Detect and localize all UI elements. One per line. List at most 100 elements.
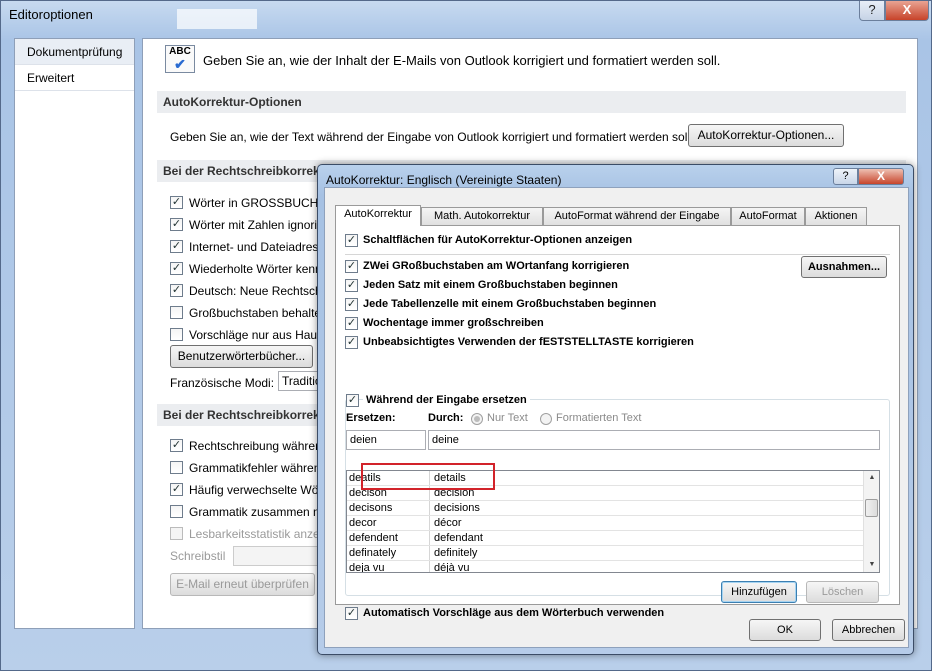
ribbon-tab-faded-active	[177, 9, 257, 29]
tab-autokorrektur[interactable]: AutoKorrektur	[335, 205, 421, 226]
window-help-button[interactable]: ?	[859, 1, 885, 21]
dialog-close-button[interactable]: X	[858, 168, 904, 185]
autocorrect-section-header: AutoKorrektur-Optionen	[157, 91, 906, 113]
list-item[interactable]: defendent defendant	[347, 531, 865, 546]
sidebar-item-dokumentpruefung[interactable]: Dokumentprüfung	[15, 39, 134, 65]
entry-to: defendant	[429, 531, 865, 545]
autocorrect-description: Geben Sie an, wie der Text während der E…	[170, 130, 694, 144]
add-button[interactable]: Hinzufügen	[721, 581, 797, 603]
writing-style-select[interactable]	[233, 546, 323, 566]
replace-while-typing-checkbox[interactable]: ✓	[346, 394, 359, 407]
auto-suggest-checkbox[interactable]: ✓	[345, 607, 358, 620]
grammar-label-4: Grammatik zusammen m	[189, 505, 324, 519]
entry-from: deja vu	[349, 562, 385, 573]
tab-autoformat-eingabe[interactable]: AutoFormat während der Eingabe	[543, 207, 731, 225]
entry-from: decor	[349, 517, 377, 529]
entry-to: déjà vu	[429, 561, 865, 572]
grammar-checkbox-5[interactable]	[170, 527, 183, 540]
spell-checkbox-1[interactable]: ✓	[170, 196, 183, 209]
exceptions-button[interactable]: Ausnahmen...	[801, 256, 887, 278]
spell-checkbox-7[interactable]	[170, 328, 183, 341]
with-input[interactable]: deine	[428, 430, 880, 450]
show-buttons-label: Schaltflächen für AutoKorrektur-Optionen…	[363, 234, 633, 246]
spell-label-3: Internet- und Dateiadress	[189, 240, 325, 254]
entry-from: defendent	[349, 532, 398, 544]
grammar-checkbox-1[interactable]: ✓	[170, 439, 183, 452]
intro-text: Geben Sie an, wie der Inhalt der E-Mails…	[203, 53, 721, 68]
window-title: Editoroptionen	[9, 7, 93, 22]
auto-suggest-label: Automatisch Vorschläge aus dem Wörterbuc…	[363, 607, 665, 619]
list-item[interactable]: deja vu déjà vu	[347, 561, 865, 573]
with-label: Durch:	[428, 412, 464, 424]
dialog-body: AutoKorrektur Math. Autokorrektur AutoFo…	[324, 187, 909, 648]
plain-text-radio[interactable]	[471, 413, 483, 425]
option-checkbox-5[interactable]: ✓	[345, 336, 358, 349]
french-modes-label: Französische Modi:	[170, 376, 275, 390]
replace-highlight-box	[361, 463, 495, 490]
entry-from: decisons	[349, 502, 393, 514]
formatted-text-label: Formatierten Text	[556, 412, 642, 424]
grammar-label-5: Lesbarkeitsstatistik anzei	[189, 527, 323, 541]
writing-style-label: Schreibstil	[170, 549, 226, 563]
delete-button[interactable]: Löschen	[806, 581, 879, 603]
replace-group: ✓ Während der Eingabe ersetzen Ersetzen:…	[345, 394, 890, 603]
ok-button[interactable]: OK	[749, 619, 821, 641]
replace-input[interactable]: deien	[346, 430, 426, 450]
show-buttons-checkbox[interactable]: ✓	[345, 234, 358, 247]
list-item[interactable]: definately definitely	[347, 546, 865, 561]
option-label-5: Unbeabsichtigtes Verwenden der fESTSTELL…	[363, 336, 694, 348]
scroll-down-icon[interactable]: ▼	[864, 558, 879, 572]
recheck-email-button[interactable]: E-Mail erneut überprüfen	[170, 573, 315, 596]
entry-to: décor	[429, 516, 865, 530]
abc-check-icon: ABC ✔	[165, 45, 195, 73]
dialog-help-button[interactable]: ?	[833, 168, 858, 185]
spell-label-4: Wiederholte Wörter kenn	[189, 262, 322, 276]
editor-options-window: Editoroptionen ? X Dokumentprüfung Erwei…	[0, 0, 932, 671]
replace-while-typing-label: Während der Eingabe ersetzen	[363, 394, 530, 406]
plain-text-label: Nur Text	[487, 412, 528, 424]
autokorrektur-panel: ✓ Schaltflächen für AutoKorrektur-Option…	[335, 225, 900, 620]
spell-checkbox-4[interactable]: ✓	[170, 262, 183, 275]
spell-checkbox-5[interactable]: ✓	[170, 284, 183, 297]
spell-checkbox-3[interactable]: ✓	[170, 240, 183, 253]
tab-math-autokorrektur[interactable]: Math. Autokorrektur	[421, 207, 543, 225]
autocorrect-dialog: AutoKorrektur: Englisch (Vereinigte Staa…	[317, 164, 914, 655]
sidebar-item-erweitert[interactable]: Erweitert	[15, 65, 134, 91]
grammar-label-1: Rechtschreibung währen	[189, 439, 322, 453]
option-label-1: ZWei GRoßbuchstaben am WOrtanfang korrig…	[363, 260, 630, 272]
spell-label-5: Deutsch: Neue Rechtschr	[189, 284, 326, 298]
option-checkbox-3[interactable]: ✓	[345, 298, 358, 311]
grammar-checkbox-3[interactable]: ✓	[170, 483, 183, 496]
spell-checkbox-6[interactable]	[170, 306, 183, 319]
checkmark-icon: ✔	[174, 56, 186, 72]
grammar-label-3: Häufig verwechselte Wör	[189, 483, 323, 497]
dialog-title: AutoKorrektur: Englisch (Vereinigte Staa…	[326, 173, 562, 187]
option-label-3: Jede Tabellenzelle mit einem Großbuchsta…	[363, 298, 657, 310]
spell-checkbox-2[interactable]: ✓	[170, 218, 183, 231]
entry-to: definitely	[429, 546, 865, 560]
window-close-button[interactable]: X	[885, 1, 929, 21]
list-item[interactable]: decor décor	[347, 516, 865, 531]
cancel-button[interactable]: Abbrechen	[832, 619, 905, 641]
option-checkbox-4[interactable]: ✓	[345, 317, 358, 330]
entry-from: definately	[349, 547, 397, 559]
custom-dictionaries-button[interactable]: Benutzerwörterbücher...	[170, 345, 313, 368]
autocorrect-options-button[interactable]: AutoKorrektur-Optionen...	[688, 124, 844, 147]
entry-to: decisions	[429, 501, 865, 515]
grammar-checkbox-4[interactable]	[170, 505, 183, 518]
sidebar: Dokumentprüfung Erweitert	[14, 38, 135, 629]
option-checkbox-2[interactable]: ✓	[345, 279, 358, 292]
tab-autoformat[interactable]: AutoFormat	[731, 207, 805, 225]
spell-label-6: Großbuchstaben behalte	[189, 306, 322, 320]
grammar-label-2: Grammatikfehler währen	[189, 461, 321, 475]
option-label-2: Jeden Satz mit einem Großbuchstaben begi…	[363, 279, 618, 291]
replace-label: Ersetzen:	[346, 412, 396, 424]
grammar-checkbox-2[interactable]	[170, 461, 183, 474]
formatted-text-radio[interactable]	[540, 413, 552, 425]
list-item[interactable]: decisons decisions	[347, 501, 865, 516]
scroll-thumb[interactable]	[865, 499, 878, 517]
scroll-up-icon[interactable]: ▲	[864, 471, 879, 485]
list-scrollbar[interactable]: ▲ ▼	[863, 471, 879, 572]
option-checkbox-1[interactable]: ✓	[345, 260, 358, 273]
tab-aktionen[interactable]: Aktionen	[805, 207, 867, 225]
